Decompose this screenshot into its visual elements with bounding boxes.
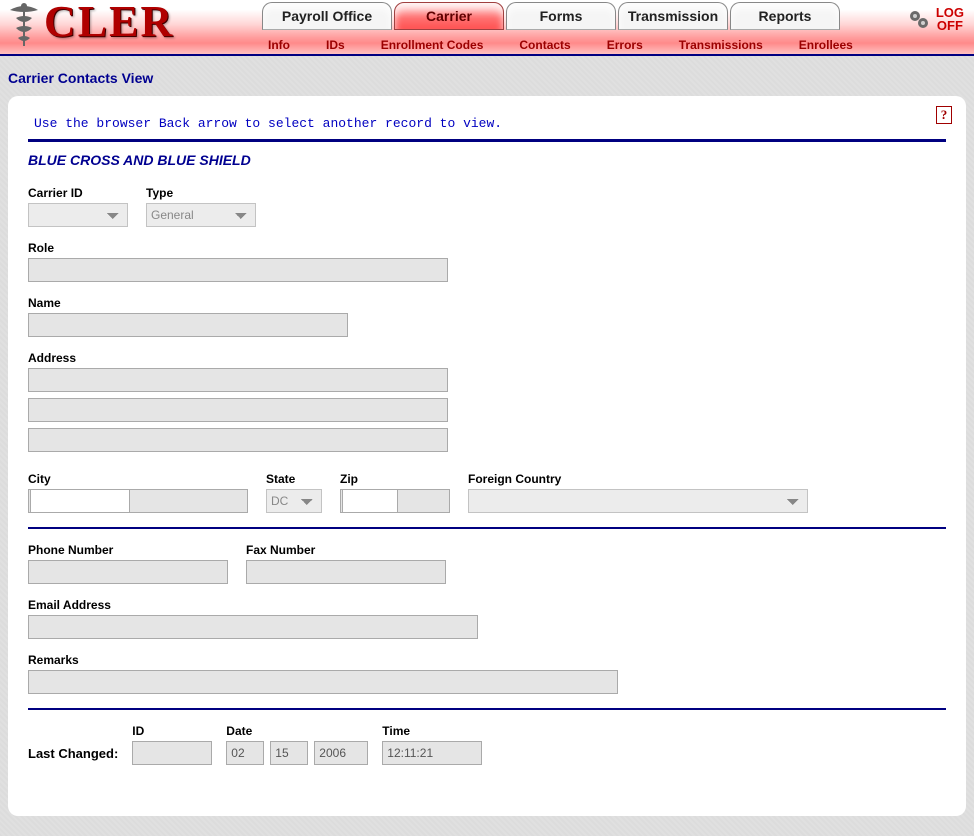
- city-field[interactable]: [30, 489, 130, 513]
- top-tabs: Payroll Office Carrier Forms Transmissio…: [262, 2, 840, 30]
- tab-forms[interactable]: Forms: [506, 2, 616, 30]
- remarks-field: [28, 670, 618, 694]
- carrier-id-label: Carrier ID: [28, 186, 128, 200]
- fax-label: Fax Number: [246, 543, 446, 557]
- address-line-3: [28, 428, 448, 452]
- zip-field[interactable]: [342, 489, 398, 513]
- phone-field: [28, 560, 228, 584]
- lc-date-label: Date: [226, 724, 368, 738]
- app-header: CLER Payroll Office Carrier Forms Transm…: [0, 0, 974, 56]
- tab-carrier[interactable]: Carrier: [394, 2, 504, 30]
- tab-payroll-office[interactable]: Payroll Office: [262, 2, 392, 30]
- carrier-id-select: [28, 203, 128, 227]
- tab-reports[interactable]: Reports: [730, 2, 840, 30]
- type-select: General: [146, 203, 256, 227]
- type-label: Type: [146, 186, 256, 200]
- tab-transmission[interactable]: Transmission: [618, 2, 728, 30]
- logo-area: CLER: [4, 0, 174, 52]
- role-label: Role: [28, 241, 448, 255]
- lc-date-dd: [270, 741, 308, 765]
- lc-time-field: [382, 741, 482, 765]
- fax-field: [246, 560, 446, 584]
- address-label: Address: [28, 351, 448, 365]
- main-panel: ? Use the browser Back arrow to select a…: [8, 96, 966, 816]
- page-title: Carrier Contacts View: [8, 70, 974, 86]
- lc-time-label: Time: [382, 724, 482, 738]
- state-select: DC: [266, 489, 322, 513]
- zip-label: Zip: [340, 472, 450, 486]
- lc-date-group: [226, 741, 368, 765]
- city-wrapper: [28, 489, 248, 513]
- remarks-label: Remarks: [28, 653, 618, 667]
- state-label: State: [266, 472, 322, 486]
- lc-id-field: [132, 741, 212, 765]
- name-field: [28, 313, 348, 337]
- foreign-country-label: Foreign Country: [468, 472, 808, 486]
- phone-label: Phone Number: [28, 543, 228, 557]
- logoff-label: LOG OFF: [936, 6, 964, 32]
- instruction-text: Use the browser Back arrow to select ano…: [34, 116, 946, 131]
- logoff-button[interactable]: LOG OFF: [906, 6, 964, 32]
- zip-wrapper: [340, 489, 450, 513]
- subnav-transmissions[interactable]: Transmissions: [661, 38, 781, 52]
- subnav-contacts[interactable]: Contacts: [501, 38, 588, 52]
- lc-date-mm: [226, 741, 264, 765]
- sub-nav: Info IDs Enrollment Codes Contacts Error…: [250, 38, 871, 52]
- carrier-name-heading: BLUE CROSS AND BLUE SHIELD: [28, 152, 946, 168]
- subnav-enrollees[interactable]: Enrollees: [781, 38, 871, 52]
- subnav-enrollment-codes[interactable]: Enrollment Codes: [363, 38, 502, 52]
- help-icon[interactable]: ?: [936, 106, 952, 124]
- last-changed-label: Last Changed:: [28, 746, 118, 765]
- divider: [28, 708, 946, 710]
- subnav-ids[interactable]: IDs: [308, 38, 363, 52]
- email-label: Email Address: [28, 598, 478, 612]
- subnav-errors[interactable]: Errors: [589, 38, 661, 52]
- last-changed-row: Last Changed: ID Date Time: [28, 724, 946, 765]
- gear-icon: [906, 7, 930, 31]
- address-line-2: [28, 398, 448, 422]
- city-label: City: [28, 472, 248, 486]
- foreign-country-select: [468, 489, 808, 513]
- lc-date-yyyy: [314, 741, 368, 765]
- role-field: [28, 258, 448, 282]
- address-line-1: [28, 368, 448, 392]
- caduceus-icon: [4, 0, 44, 52]
- divider: [28, 139, 946, 142]
- subnav-info[interactable]: Info: [250, 38, 308, 52]
- email-field: [28, 615, 478, 639]
- divider: [28, 527, 946, 529]
- app-name: CLER: [44, 0, 174, 44]
- lc-id-label: ID: [132, 724, 212, 738]
- name-label: Name: [28, 296, 348, 310]
